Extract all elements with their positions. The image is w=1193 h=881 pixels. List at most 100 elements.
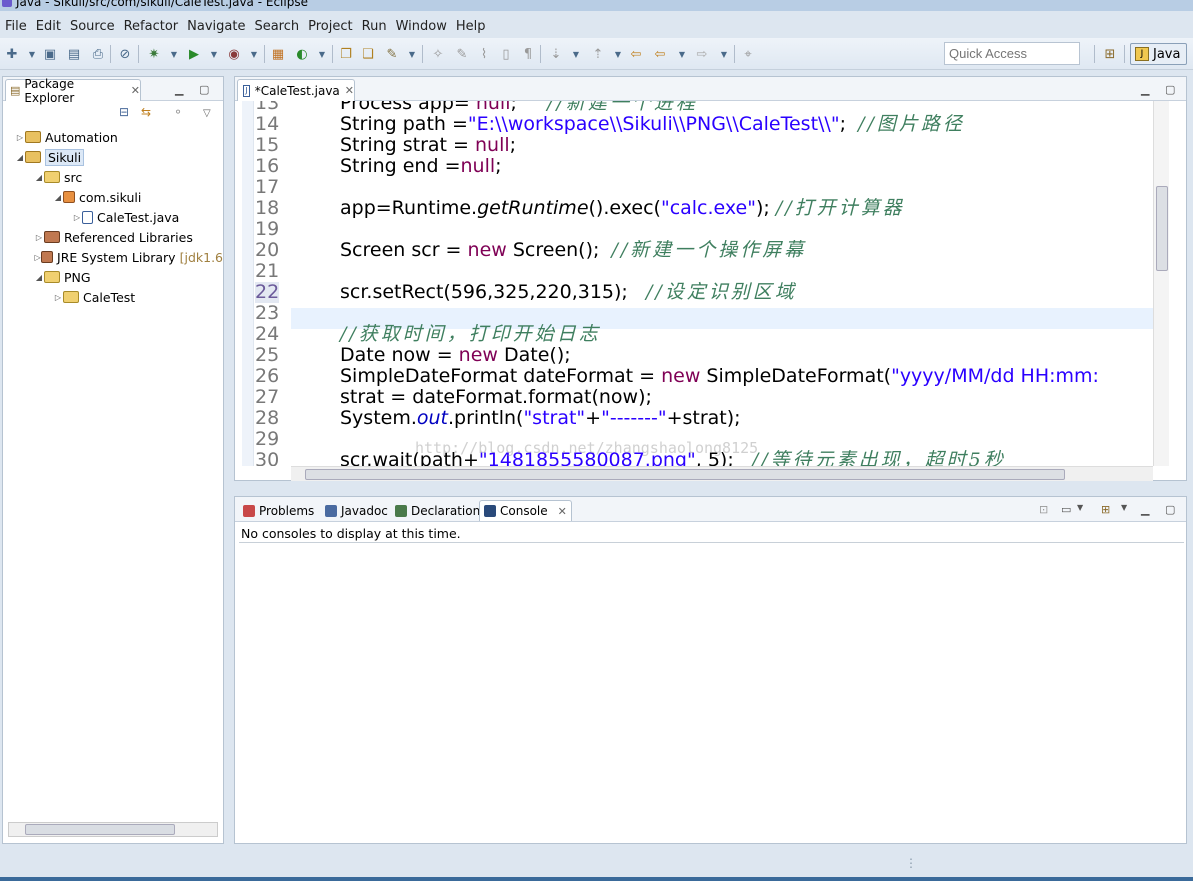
open-console-dropdown-icon[interactable]: ▼ — [1121, 503, 1127, 512]
new-icon[interactable]: ✚ — [4, 46, 20, 62]
minimize-icon[interactable]: ▁ — [175, 83, 183, 96]
tree-item[interactable]: ◢ com.sikuli — [3, 187, 223, 207]
new-java-package-icon[interactable]: ▦ — [270, 46, 286, 62]
tree-item[interactable]: ▷ Automation — [3, 127, 223, 147]
last-edit-location-icon[interactable]: ⇦ — [628, 46, 644, 62]
pin-editor-icon[interactable]: ⌖ — [740, 46, 756, 62]
pin-console-icon[interactable]: ⊡ — [1039, 503, 1048, 516]
line-number: 29 — [255, 428, 280, 450]
toggle-annotation-icon[interactable]: ✧ — [430, 46, 446, 62]
word-wrap-icon[interactable]: ⌇ — [476, 46, 492, 62]
back-dropdown-icon[interactable]: ▼ — [674, 46, 690, 62]
status-bar-grip[interactable]: ⋮ — [905, 856, 917, 870]
back-icon[interactable]: ⇦ — [652, 46, 668, 62]
tree-item[interactable]: ▷ CaleTest.java — [3, 207, 223, 227]
tree-item[interactable]: ▷ JRE System Library [jdk1.6 — [3, 247, 223, 267]
open-folder-icon[interactable]: ❑ — [360, 46, 376, 62]
search-dropdown-icon[interactable]: ▼ — [404, 46, 420, 62]
java-perspective-button[interactable]: J Java — [1130, 43, 1187, 65]
forward-icon[interactable]: ⇨ — [694, 46, 710, 62]
project-folder-icon — [25, 151, 41, 163]
new-class-dropdown-icon[interactable]: ▼ — [314, 46, 330, 62]
code-line: 19 — [235, 219, 1153, 240]
menu-edit[interactable]: Edit — [33, 19, 67, 34]
new-java-class-icon[interactable]: ◐ — [294, 46, 310, 62]
save-all-icon[interactable]: ▤ — [66, 46, 82, 62]
menu-project[interactable]: Project — [305, 19, 358, 34]
tab-javadoc[interactable]: Javadoc — [321, 500, 392, 521]
expanded-arrow-icon[interactable]: ◢ — [15, 153, 25, 162]
collapse-all-icon[interactable]: ⊟ — [119, 105, 129, 125]
collapsed-arrow-icon[interactable]: ▷ — [34, 233, 44, 242]
print-icon[interactable]: ⎙ — [90, 46, 106, 62]
menu-window[interactable]: Window — [393, 19, 453, 34]
tree-item[interactable]: ▷ CaleTest — [3, 287, 223, 307]
skip-breakpoints-icon[interactable]: ⊘ — [117, 46, 133, 62]
expanded-arrow-icon[interactable]: ◢ — [53, 193, 63, 202]
package-explorer-tab[interactable]: ▤ Package Explorer ✕ — [5, 77, 141, 105]
view-menu-icon[interactable]: ▽ — [203, 105, 211, 125]
editor-hscrollbar[interactable] — [291, 466, 1153, 481]
collapsed-arrow-icon[interactable]: ▷ — [15, 133, 25, 142]
menu-refactor[interactable]: Refactor — [121, 19, 185, 34]
external-tools-dropdown-icon[interactable]: ▼ — [246, 46, 262, 62]
open-type-icon[interactable]: ❐ — [338, 46, 354, 62]
new-dropdown-icon[interactable]: ▼ — [24, 46, 40, 62]
mark-occurrences-icon[interactable]: ✎ — [454, 46, 470, 62]
display-console-icon[interactable]: ▭ — [1061, 503, 1071, 516]
menu-file[interactable]: File — [2, 19, 33, 34]
debug-icon[interactable]: ✷ — [146, 46, 162, 62]
tab-problems[interactable]: Problems — [239, 500, 318, 521]
search-icon[interactable]: ✎ — [384, 46, 400, 62]
next-annotation-icon[interactable]: ⇣ — [548, 46, 564, 62]
maximize-icon[interactable]: ▢ — [199, 83, 209, 96]
view-menu-options-icon[interactable]: ⚬ — [173, 105, 183, 125]
maximize-icon[interactable]: ▢ — [1165, 503, 1175, 516]
close-icon[interactable]: ✕ — [558, 505, 567, 518]
menu-help[interactable]: Help — [453, 19, 492, 34]
tree-item[interactable]: ◢ Sikuli — [3, 147, 223, 167]
collapsed-arrow-icon[interactable]: ▷ — [34, 253, 41, 262]
line-number: 19 — [255, 218, 280, 240]
editor-tab-caletest[interactable]: J *CaleTest.java ✕ — [237, 79, 355, 101]
tab-console[interactable]: Console ✕ — [479, 500, 572, 521]
external-tools-icon[interactable]: ◉ — [226, 46, 242, 62]
show-whitespace-icon[interactable]: ¶ — [520, 46, 536, 62]
code-editor[interactable]: 13 Process app= null; //新建一个进程 14 String pa… — [235, 101, 1153, 466]
block-selection-icon[interactable]: ▯ — [498, 46, 514, 62]
menu-navigate[interactable]: Navigate — [184, 19, 251, 34]
prev-annotation-dropdown-icon[interactable]: ▼ — [610, 46, 626, 62]
close-icon[interactable]: ✕ — [345, 84, 354, 97]
forward-dropdown-icon[interactable]: ▼ — [716, 46, 732, 62]
debug-dropdown-icon[interactable]: ▼ — [166, 46, 182, 62]
minimize-icon[interactable]: ▁ — [1141, 503, 1149, 516]
next-annotation-dropdown-icon[interactable]: ▼ — [568, 46, 584, 62]
quick-access-input[interactable] — [944, 42, 1080, 65]
collapsed-arrow-icon[interactable]: ▷ — [72, 213, 82, 222]
prev-annotation-icon[interactable]: ⇡ — [590, 46, 606, 62]
minimize-icon[interactable]: ▁ — [1141, 83, 1149, 96]
expanded-arrow-icon[interactable]: ◢ — [34, 273, 44, 282]
menu-source[interactable]: Source — [67, 19, 121, 34]
package-explorer-hscrollbar[interactable] — [8, 822, 218, 837]
tree-item[interactable]: ▷ Referenced Libraries — [3, 227, 223, 247]
run-dropdown-icon[interactable]: ▼ — [206, 46, 222, 62]
open-console-icon[interactable]: ⊞ — [1101, 503, 1110, 516]
run-icon[interactable]: ▶ — [186, 46, 202, 62]
menu-search[interactable]: Search — [251, 19, 305, 34]
close-icon[interactable]: ✕ — [131, 84, 140, 97]
open-perspective-icon[interactable]: ⊞ — [1102, 46, 1118, 62]
tab-declaration[interactable]: Declaration — [391, 500, 484, 521]
editor-vscrollbar[interactable] — [1153, 101, 1169, 466]
collapsed-arrow-icon[interactable]: ▷ — [53, 293, 63, 302]
maximize-icon[interactable]: ▢ — [1165, 83, 1175, 96]
tree-item[interactable]: ◢ PNG — [3, 267, 223, 287]
tree-item[interactable]: ◢ src — [3, 167, 223, 187]
expanded-arrow-icon[interactable]: ◢ — [34, 173, 44, 182]
save-icon[interactable]: ▣ — [42, 46, 58, 62]
link-with-editor-icon[interactable]: ⇆ — [141, 105, 151, 125]
line-number: 25 — [255, 344, 280, 366]
display-console-dropdown-icon[interactable]: ▼ — [1077, 503, 1083, 512]
code-token: +strat); — [666, 407, 741, 429]
menu-run[interactable]: Run — [359, 19, 393, 34]
